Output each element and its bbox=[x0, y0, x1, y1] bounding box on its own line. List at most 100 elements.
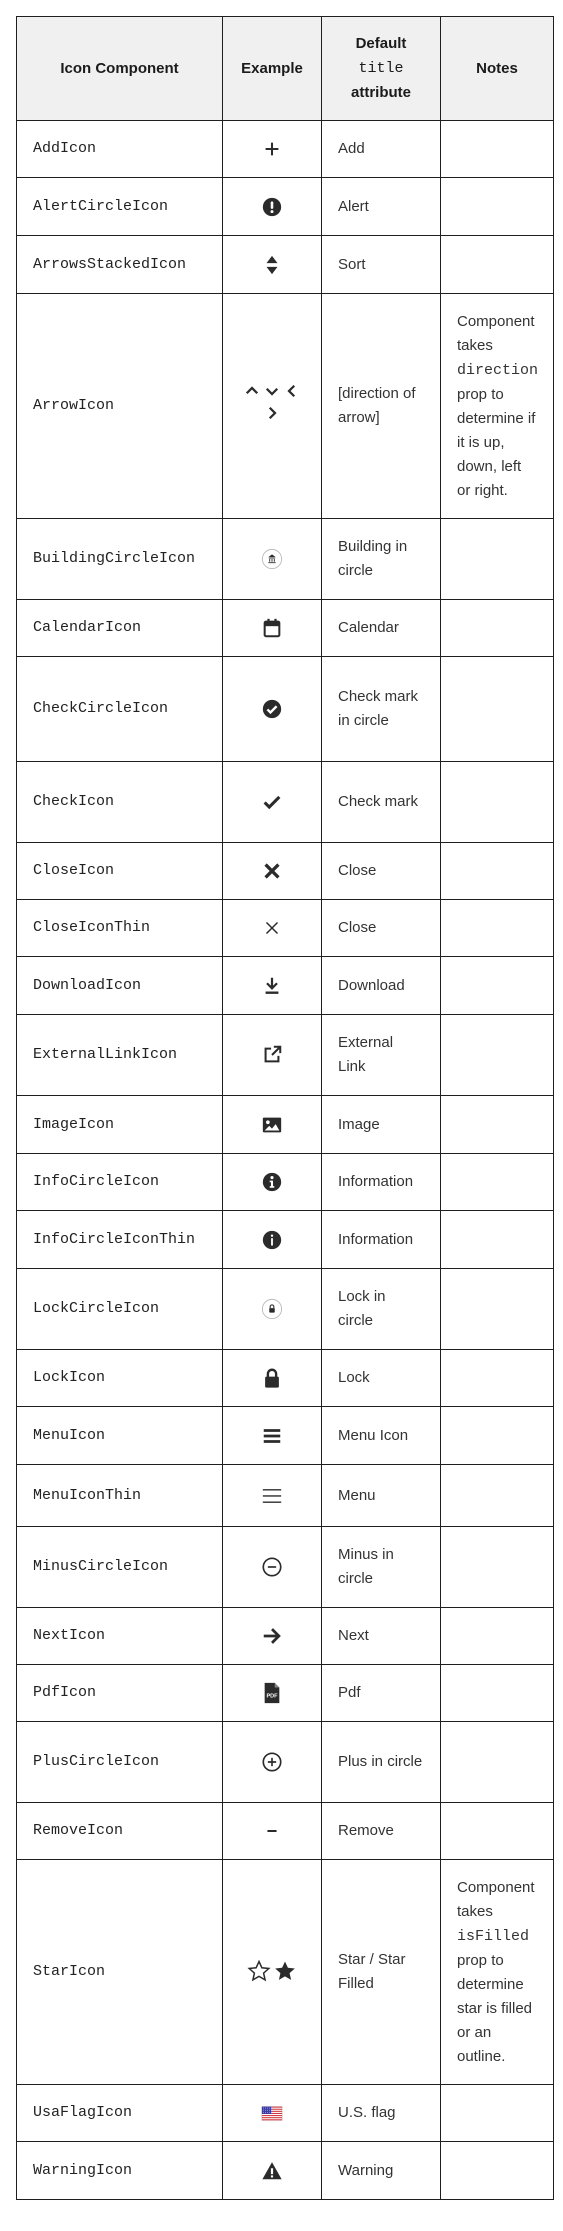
plus-icon bbox=[261, 138, 283, 160]
header-default-title: Default title attribute bbox=[321, 16, 441, 121]
warning-icon bbox=[261, 2160, 283, 2182]
table-row: ImageIcon Image bbox=[16, 1095, 554, 1154]
info-circle-thin-icon bbox=[261, 1229, 283, 1251]
default-title-cell: Plus in circle bbox=[321, 1721, 441, 1803]
icon-component-name: CloseIcon bbox=[16, 842, 223, 900]
default-title-cell: Pdf bbox=[321, 1664, 441, 1722]
minus-icon bbox=[261, 1820, 283, 1842]
external-link-icon bbox=[261, 1044, 283, 1066]
check-circle-icon bbox=[261, 698, 283, 720]
lock-circle-icon bbox=[261, 1298, 283, 1320]
default-title-cell: Check mark in circle bbox=[321, 656, 441, 762]
default-title-cell: Lock in circle bbox=[321, 1268, 441, 1350]
default-title-cell: Information bbox=[321, 1153, 441, 1211]
icon-component-name: RemoveIcon bbox=[16, 1802, 223, 1860]
icon-example-cell bbox=[222, 120, 322, 178]
close-icon bbox=[261, 860, 283, 882]
default-title-cell: U.S. flag bbox=[321, 2084, 441, 2142]
notes-cell bbox=[440, 1802, 554, 1860]
icon-example-cell bbox=[222, 761, 322, 843]
table-row: MenuIconThin Menu bbox=[16, 1464, 554, 1527]
default-title-cell: Download bbox=[321, 956, 441, 1015]
next-arrow-icon bbox=[261, 1625, 283, 1647]
arrow-down-icon bbox=[262, 382, 282, 404]
icon-component-name: StarIcon bbox=[16, 1859, 223, 2085]
default-title-cell: Menu Icon bbox=[321, 1406, 441, 1465]
default-title-cell: Close bbox=[321, 899, 441, 957]
icon-example-cell bbox=[222, 1721, 322, 1803]
star-icon bbox=[246, 1959, 298, 1982]
icon-component-name: NextIcon bbox=[16, 1607, 223, 1665]
default-title-cell: [direction of arrow] bbox=[321, 293, 441, 519]
table-row: BuildingCircleIcon Building in circle bbox=[16, 518, 554, 600]
building-circle-icon bbox=[261, 548, 283, 570]
default-title-cell: Image bbox=[321, 1095, 441, 1154]
icon-component-name: ExternalLinkIcon bbox=[16, 1014, 223, 1096]
notes-cell bbox=[440, 1153, 554, 1211]
icon-example-cell bbox=[222, 1406, 322, 1465]
icon-example-cell bbox=[222, 518, 322, 600]
notes-cell bbox=[440, 1464, 554, 1527]
default-title-cell: Sort bbox=[321, 235, 441, 294]
icon-component-name: ArrowsStackedIcon bbox=[16, 235, 223, 294]
notes-cell bbox=[440, 956, 554, 1015]
icon-example-cell bbox=[222, 1153, 322, 1211]
header-notes: Notes bbox=[440, 16, 554, 121]
calendar-icon bbox=[261, 617, 283, 639]
download-icon bbox=[261, 975, 283, 997]
close-thin-icon bbox=[261, 917, 283, 939]
star-outline-icon bbox=[246, 1959, 272, 1985]
icon-component-name: MenuIconThin bbox=[16, 1464, 223, 1527]
icon-component-name: BuildingCircleIcon bbox=[16, 518, 223, 600]
table-row: LockCircleIcon Lock in circle bbox=[16, 1268, 554, 1350]
table-row: MenuIcon Menu Icon bbox=[16, 1406, 554, 1465]
icon-example-cell bbox=[222, 177, 322, 236]
icon-example-cell bbox=[222, 899, 322, 957]
icon-component-name: MinusCircleIcon bbox=[16, 1526, 223, 1608]
pdf-icon-label: PDF bbox=[267, 1694, 279, 1700]
table-row: AddIcon Add bbox=[16, 120, 554, 178]
icon-example-cell bbox=[222, 2084, 322, 2142]
default-title-cell: Close bbox=[321, 842, 441, 900]
icon-example-cell bbox=[222, 956, 322, 1015]
table-row: PdfIcon PDF Pdf bbox=[16, 1664, 554, 1722]
notes-cell bbox=[440, 1664, 554, 1722]
icon-component-name: DownloadIcon bbox=[16, 956, 223, 1015]
icon-example-cell bbox=[222, 1095, 322, 1154]
info-circle-icon bbox=[261, 1171, 283, 1193]
check-icon bbox=[261, 791, 283, 813]
notes-cell: Component takes isFilled prop to determi… bbox=[440, 1859, 554, 2085]
notes-text-pre: Component takes bbox=[457, 1878, 535, 1920]
icon-component-name: LockCircleIcon bbox=[16, 1268, 223, 1350]
icon-component-name: CheckIcon bbox=[16, 761, 223, 843]
icon-component-name: UsaFlagIcon bbox=[16, 2084, 223, 2142]
default-title-cell: External Link bbox=[321, 1014, 441, 1096]
icon-example-cell bbox=[222, 599, 322, 657]
notes-cell bbox=[440, 1406, 554, 1465]
notes-cell bbox=[440, 1095, 554, 1154]
default-title-cell: Next bbox=[321, 1607, 441, 1665]
header-example: Example bbox=[222, 16, 322, 121]
icon-component-name: AlertCircleIcon bbox=[16, 177, 223, 236]
table-row: CheckIcon Check mark bbox=[16, 761, 554, 843]
default-title-cell: Lock bbox=[321, 1349, 441, 1407]
lock-icon bbox=[261, 1367, 283, 1389]
icon-component-name: InfoCircleIcon bbox=[16, 1153, 223, 1211]
notes-cell bbox=[440, 899, 554, 957]
notes-cell bbox=[440, 599, 554, 657]
icon-example-cell bbox=[222, 1859, 322, 2085]
header-default-line3: attribute bbox=[351, 84, 411, 101]
icon-example-cell bbox=[222, 842, 322, 900]
arrow-left-icon bbox=[282, 382, 302, 404]
icon-component-name: CalendarIcon bbox=[16, 599, 223, 657]
icon-component-name: MenuIcon bbox=[16, 1406, 223, 1465]
notes-cell bbox=[440, 1721, 554, 1803]
icon-example-cell bbox=[222, 1464, 322, 1527]
table-row: ExternalLinkIcon External Link bbox=[16, 1014, 554, 1096]
notes-cell bbox=[440, 1014, 554, 1096]
icon-example-cell bbox=[222, 656, 322, 762]
notes-cell bbox=[440, 656, 554, 762]
table-row: LockIcon Lock bbox=[16, 1349, 554, 1407]
icon-component-name: PlusCircleIcon bbox=[16, 1721, 223, 1803]
table-row: AlertCircleIcon Alert bbox=[16, 177, 554, 236]
